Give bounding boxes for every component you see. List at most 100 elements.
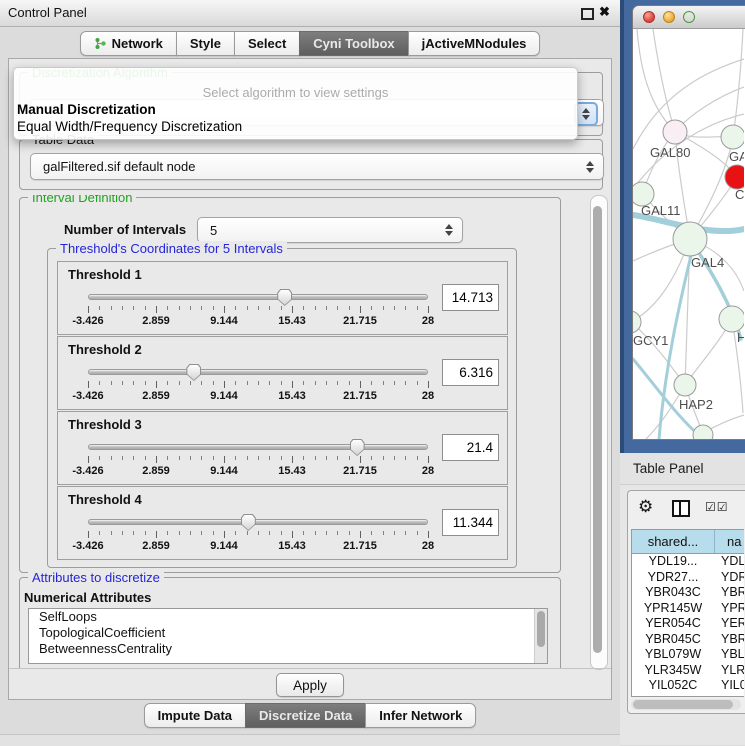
cell-name[interactable]: YBR0 [715,632,744,648]
cell-shared-name[interactable]: YIL052C [632,678,715,694]
table-horizontal-scrollbar[interactable] [631,699,741,710]
split-table-icon[interactable] [672,500,690,517]
cell-name[interactable]: YDL1 [715,554,744,570]
table-data-combobox[interactable]: galFiltered.sif default node [30,153,604,180]
table-row[interactable]: YBL079WYBL0 [632,647,744,663]
slider-handle-face [278,290,291,305]
cell-name[interactable]: YPR1 [715,601,744,617]
network-canvas[interactable]: GAL80GACGAL11GAL4GCY1HHAP2 [633,29,744,439]
threshold-slider-4[interactable]: -3.4262.8599.14415.4321.71528 [88,513,428,553]
cell-name[interactable]: YBL0 [715,647,744,663]
attributes-list-scrollbar[interactable] [534,609,547,663]
tick-mark [111,456,112,460]
threshold-value-field[interactable]: 6.316 [442,359,499,386]
table-row[interactable]: YBR045CYBR0 [632,632,744,648]
slider-track [88,519,428,525]
cell-shared-name[interactable]: YBR043C [632,585,715,601]
network-node-h[interactable] [719,306,744,332]
cell-shared-name[interactable]: YDR27... [632,570,715,586]
scrollbar-thumb[interactable] [537,611,545,647]
cell-shared-name[interactable]: YBL079W [632,647,715,663]
attribute-item-betweennesscentrality[interactable]: BetweennessCentrality [29,641,547,657]
scrollbar-thumb[interactable] [633,700,733,709]
numerical-attributes-list[interactable]: SelfLoopsTopologicalCoefficientBetweenne… [28,608,548,664]
tick-mark [315,381,316,385]
cell-shared-name[interactable]: YDL19... [632,554,715,570]
tick-mark [133,306,134,310]
table-row[interactable]: YLR345WYLR3 [632,663,744,679]
column-header-shared-name[interactable]: shared... [632,530,715,553]
threshold-slider-2[interactable]: -3.4262.8599.14415.4321.71528 [88,363,428,403]
table-row[interactable]: YDR27...YDR2 [632,570,744,586]
network-node-gal80[interactable] [663,120,687,144]
cell-name[interactable]: YIL0 [715,678,744,694]
cell-name[interactable]: YER0 [715,616,744,632]
node-table[interactable]: shared... na YDL19...YDL1YDR27...YDR2YBR… [631,529,744,697]
apply-button[interactable]: Apply [276,673,344,697]
cell-name[interactable]: YLR3 [715,663,744,679]
threshold-slider-3[interactable]: -3.4262.8599.14415.4321.71528 [88,438,428,478]
scrollbar-thumb[interactable] [593,206,602,653]
network-node-ga[interactable] [721,125,744,149]
table-row[interactable]: YDL19...YDL1 [632,554,744,570]
table-row[interactable]: YBR043CYBR0 [632,585,744,601]
network-node-c[interactable] [725,165,744,189]
network-edge[interactable] [637,29,675,132]
cell-shared-name[interactable]: YER054C [632,616,715,632]
table-row[interactable]: YER054CYER0 [632,616,744,632]
cell-shared-name[interactable]: YLR345W [632,663,715,679]
threshold-slider-1[interactable]: -3.4262.8599.14415.4321.71528 [88,288,428,328]
settings-vertical-scrollbar[interactable] [590,195,608,670]
tick-mark [269,381,270,385]
cell-shared-name[interactable]: YBR045C [632,632,715,648]
minimize-traffic-light-icon[interactable] [663,11,675,23]
tab-network[interactable]: Network [80,31,177,56]
network-edge[interactable] [733,29,743,137]
float-window-icon[interactable] [581,8,594,20]
table-row[interactable]: YPR145WYPR1 [632,601,744,617]
column-header-name[interactable]: na [715,530,744,553]
right-panel: GAL80GACGAL11GAL4GCY1HHAP2 Table Panel ⚙… [620,0,745,745]
threshold-value-field[interactable]: 11.344 [442,509,499,536]
gear-icon[interactable]: ⚙ [638,497,653,517]
tab-style[interactable]: Style [176,31,235,56]
tab-infer-network[interactable]: Infer Network [365,703,476,728]
stepper-up-icon [582,108,590,113]
tab-select[interactable]: Select [234,31,300,56]
attribute-item-topologicalcoefficient[interactable]: TopologicalCoefficient [29,625,547,641]
tab-discretize-data[interactable]: Discretize Data [245,703,366,728]
tick-mark [337,381,338,385]
attribute-item-selfloops[interactable]: SelfLoops [29,609,547,625]
algorithm-option-manual[interactable]: Manual Discretization [17,102,156,117]
intervals-stepper[interactable] [445,224,453,236]
zoom-traffic-light-icon[interactable] [683,11,695,23]
tab-jactivemnodules[interactable]: jActiveMNodules [408,31,541,56]
threshold-value-field[interactable]: 14.713 [442,284,499,311]
algorithm-placeholder-option[interactable]: Select algorithm to view settings [14,85,577,100]
tab-impute-data[interactable]: Impute Data [144,703,246,728]
network-node-gal4[interactable] [673,222,707,256]
algorithm-option-equal-width[interactable]: Equal Width/Frequency Discretization [17,119,242,134]
tick-mark [145,381,146,385]
network-node-hap2[interactable] [674,374,696,396]
tick-mark [258,456,259,460]
tick-label: 2.859 [142,315,170,327]
apply-row: Apply [9,668,611,699]
tick-label: 21.715 [343,465,377,477]
tab-cyni-toolbox[interactable]: Cyni Toolbox [299,31,408,56]
number-of-intervals-combobox[interactable]: 5 [197,217,463,243]
close-icon[interactable]: ✖ [599,4,610,20]
tick-mark [156,531,157,538]
close-traffic-light-icon[interactable] [643,11,655,23]
table-data-stepper[interactable] [586,161,594,173]
table-row[interactable]: YIL052CYIL0 [632,678,744,694]
network-edge[interactable] [653,29,675,132]
network-node[interactable] [693,425,713,439]
network-edge[interactable] [633,322,685,385]
cell-name[interactable]: YDR2 [715,570,744,586]
tick-mark [326,381,327,385]
cell-shared-name[interactable]: YPR145W [632,601,715,617]
threshold-value-field[interactable]: 21.4 [442,434,499,461]
checkbox-columns-icon[interactable]: ☑☑ [705,500,729,514]
cell-name[interactable]: YBR0 [715,585,744,601]
